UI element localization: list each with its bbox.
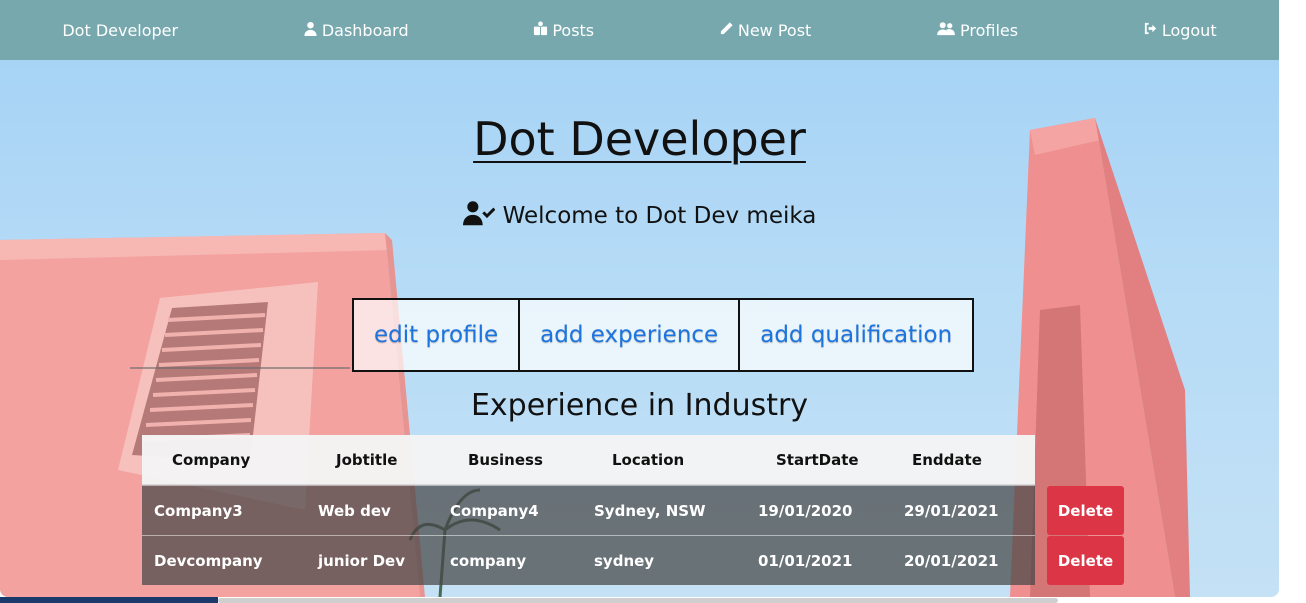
cell-company: Devcompany bbox=[154, 551, 263, 570]
nav-profiles-label: Profiles bbox=[960, 20, 1019, 40]
add-experience-button[interactable]: add experience bbox=[518, 300, 738, 370]
cell-startdate: 19/01/2020 bbox=[758, 501, 853, 520]
logout-icon bbox=[1143, 21, 1158, 40]
hero-section: Dot Developer Welcome to Dot Dev meika e… bbox=[0, 60, 1279, 597]
nav-brand-link[interactable]: Dot Developer bbox=[62, 21, 178, 40]
user-icon bbox=[303, 21, 318, 40]
navbar: Dot Developer Dashboard Posts New Post P… bbox=[0, 0, 1279, 60]
users-icon bbox=[936, 21, 956, 40]
nav-logout-label: Logout bbox=[1161, 20, 1217, 40]
site-title: Dot Developer bbox=[473, 112, 806, 166]
cell-business: Company4 bbox=[450, 501, 539, 520]
cell-location: Sydney, NSW bbox=[594, 501, 706, 520]
column-header-enddate: Enddate bbox=[912, 450, 982, 469]
page: Dot Developer Dashboard Posts New Post P… bbox=[0, 0, 1306, 603]
nav-new-post-label: New Post bbox=[737, 20, 812, 40]
cell-location: sydney bbox=[594, 551, 655, 570]
nav-brand-label: Dot Developer bbox=[62, 20, 179, 40]
nav-logout-link[interactable]: Logout bbox=[1143, 21, 1217, 40]
cell-jobtitle: junior Dev bbox=[318, 551, 405, 570]
experience-heading: Experience in Industry bbox=[470, 388, 809, 423]
table-row: Company3 Web dev Company4 Sydney, NSW 19… bbox=[142, 485, 1124, 535]
nav-posts-link[interactable]: Posts bbox=[533, 21, 594, 40]
user-check-icon bbox=[462, 200, 496, 232]
table-header: Company Jobtitle Business Location Start… bbox=[142, 435, 1035, 485]
profile-actions: edit profile add experience add qualific… bbox=[352, 298, 975, 372]
delete-button[interactable]: Delete bbox=[1047, 486, 1124, 535]
delete-button[interactable]: Delete bbox=[1047, 536, 1124, 585]
experience-table: Company Jobtitle Business Location Start… bbox=[142, 435, 1124, 585]
table-row: Devcompany junior Dev company sydney 01/… bbox=[142, 535, 1124, 585]
cell-company: Company3 bbox=[154, 501, 243, 520]
column-header-jobtitle: Jobtitle bbox=[336, 450, 398, 469]
page-bottom-accent bbox=[0, 597, 218, 603]
column-header-location: Location bbox=[612, 450, 685, 469]
cell-business: company bbox=[450, 551, 527, 570]
welcome-message: Welcome to Dot Dev meika bbox=[0, 200, 1279, 232]
posts-icon bbox=[533, 20, 548, 40]
nav-dashboard-link[interactable]: Dashboard bbox=[303, 21, 409, 40]
pencil-icon bbox=[719, 21, 734, 40]
horizontal-scrollbar[interactable] bbox=[218, 598, 1058, 603]
cell-enddate: 29/01/2021 bbox=[904, 501, 999, 520]
nav-profiles-link[interactable]: Profiles bbox=[936, 21, 1018, 40]
cell-enddate: 20/01/2021 bbox=[904, 551, 999, 570]
nav-posts-label: Posts bbox=[552, 20, 595, 40]
nav-new-post-link[interactable]: New Post bbox=[719, 21, 811, 40]
column-header-startdate: StartDate bbox=[776, 450, 859, 469]
column-header-business: Business bbox=[468, 450, 543, 469]
add-qualification-button[interactable]: add qualification bbox=[738, 300, 972, 370]
cell-jobtitle: Web dev bbox=[318, 501, 391, 520]
nav-dashboard-label: Dashboard bbox=[321, 20, 409, 40]
edit-profile-button[interactable]: edit profile bbox=[354, 300, 518, 370]
cell-startdate: 01/01/2021 bbox=[758, 551, 853, 570]
welcome-text: Welcome to Dot Dev meika bbox=[502, 203, 817, 229]
column-header-company: Company bbox=[172, 450, 251, 469]
